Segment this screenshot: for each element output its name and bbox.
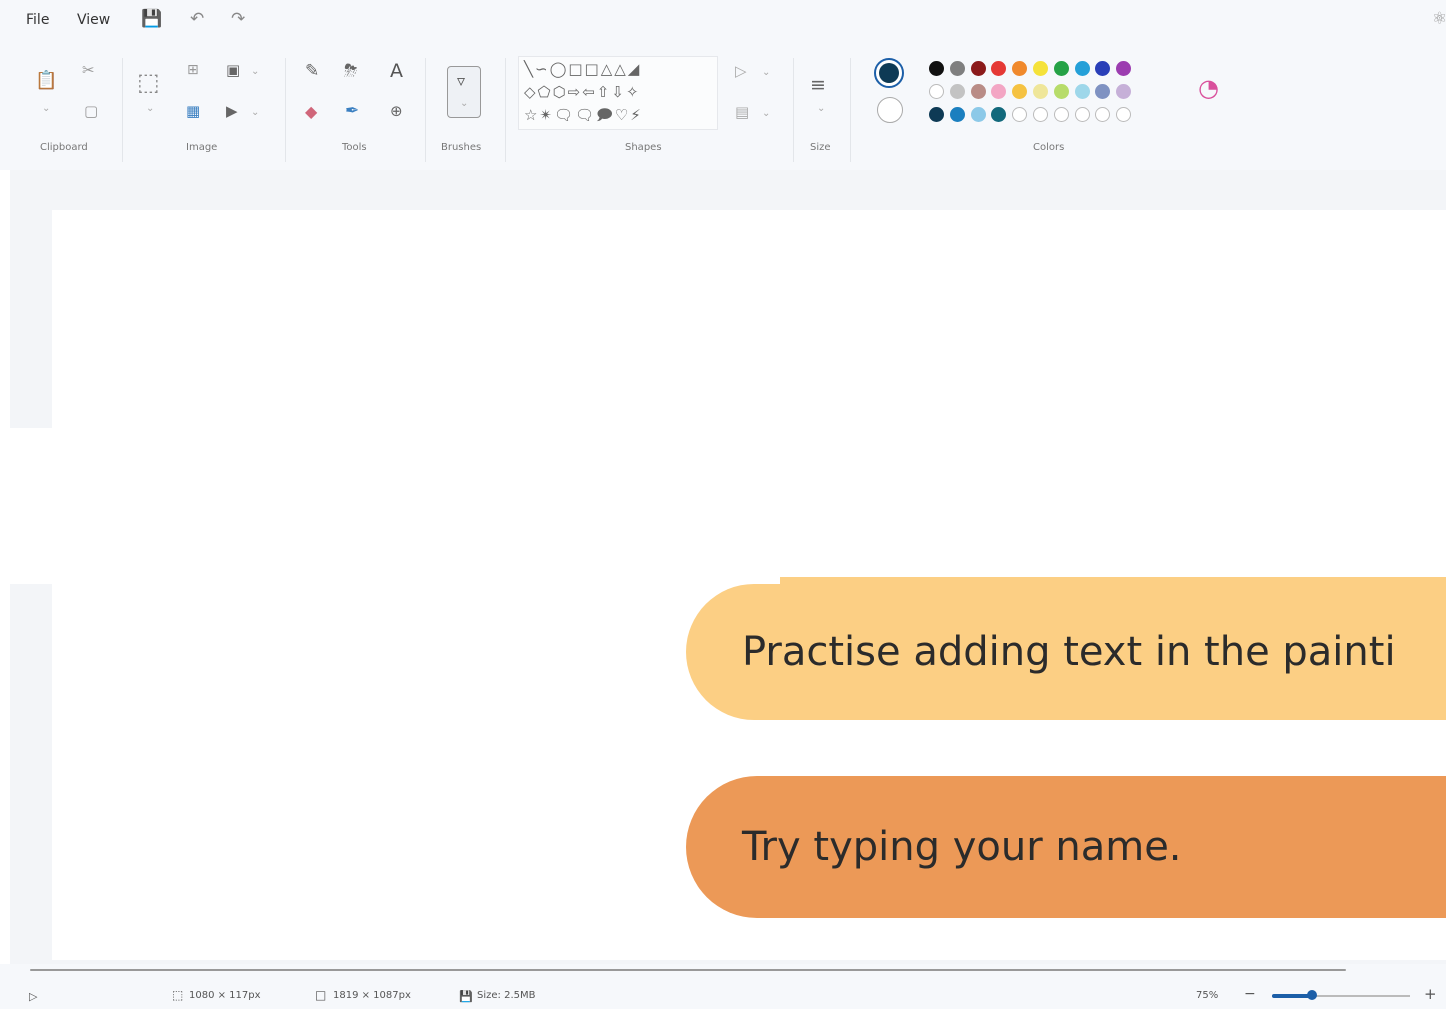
shapes-row-3[interactable]: ☆✴🗨🗨🗩♡⚡	[524, 108, 643, 123]
zoom-slider-fill	[1272, 994, 1312, 998]
eraser-icon[interactable]: ◆	[305, 104, 317, 120]
palette-swatch[interactable]	[970, 107, 986, 122]
canvas-render-gap	[0, 428, 780, 584]
cursor-position-icon: ▷	[29, 990, 38, 1003]
palette-swatch[interactable]	[970, 84, 986, 99]
brushes-button[interactable]: ▿ ⌄	[447, 66, 481, 118]
file-size-text: Size: 2.5MB	[477, 990, 536, 1001]
edit-colors-icon[interactable]: ◔	[1198, 76, 1219, 100]
zoom-out-button[interactable]: −	[1244, 986, 1256, 1002]
selection-size-text: 1080 × 117px	[189, 990, 261, 1001]
ribbon-separator	[425, 58, 426, 162]
prompt-banner-name: Try typing your name.	[686, 776, 1446, 918]
paste-dropdown-icon[interactable]: ⌄	[42, 104, 50, 114]
palette-swatch[interactable]	[949, 107, 965, 122]
shapes-row-2[interactable]: ◇⬠⬡⇨⇦⇧⇩✧	[524, 85, 641, 100]
image-properties-icon[interactable]: ▦	[186, 104, 200, 119]
palette-swatch[interactable]	[1033, 84, 1048, 99]
ribbon-separator	[122, 58, 123, 162]
outline-dropdown-icon[interactable]: ⌄	[762, 68, 770, 78]
shape-fill-icon[interactable]: ▤	[735, 105, 749, 120]
menu-file[interactable]: File	[26, 12, 49, 28]
rotate-icon[interactable]: ▶	[226, 104, 238, 119]
horizontal-scrollbar[interactable]	[30, 969, 1346, 971]
paste-icon[interactable]: 📋	[35, 72, 57, 90]
palette-swatch[interactable]	[1053, 107, 1069, 122]
palette-swatch[interactable]	[949, 61, 965, 76]
group-label-clipboard: Clipboard	[40, 142, 88, 153]
canvas-size-icon: □	[315, 988, 327, 1002]
group-label-size: Size	[810, 142, 831, 153]
brush-icon: ▿	[457, 71, 466, 90]
resize-icon[interactable]: ▣	[226, 63, 240, 78]
crop-icon[interactable]: ⊞	[187, 63, 199, 77]
ribbon-separator	[285, 58, 286, 162]
palette-swatch[interactable]	[1074, 107, 1090, 122]
text-tool-icon[interactable]: A	[390, 62, 403, 81]
palette-swatch[interactable]	[1074, 61, 1090, 76]
save-icon[interactable]: 💾	[141, 9, 162, 29]
group-label-shapes: Shapes	[625, 142, 662, 153]
magnifier-icon[interactable]: ⊕	[390, 104, 403, 119]
pencil-icon[interactable]: ✎	[305, 63, 319, 80]
group-label-colors: Colors	[1033, 142, 1065, 153]
secondary-color-swatch[interactable]	[877, 97, 903, 123]
size-dropdown-icon[interactable]: ⌄	[817, 104, 825, 114]
canvas-size-text: 1819 × 1087px	[333, 990, 411, 1001]
share-icon[interactable]: ⚛	[1432, 9, 1446, 29]
rotate-dropdown-icon[interactable]: ⌄	[251, 108, 259, 118]
zoom-slider-thumb[interactable]	[1307, 990, 1317, 1000]
selection-size-icon: ⬚	[172, 988, 184, 1002]
palette-swatch[interactable]	[1074, 84, 1090, 99]
brushes-dropdown-icon: ⌄	[460, 98, 469, 109]
ribbon-separator	[793, 58, 794, 162]
group-label-tools: Tools	[342, 142, 367, 153]
ribbon-separator	[505, 58, 506, 162]
ribbon-separator	[850, 58, 851, 162]
shapes-row-1[interactable]: ╲∽◯□□△△◢	[524, 62, 641, 77]
palette-swatch[interactable]	[949, 84, 965, 99]
prompt-name-text: Try typing your name.	[742, 824, 1182, 870]
color-picker-icon[interactable]: ✒	[345, 103, 359, 120]
zoom-level-text: 75%	[1196, 990, 1219, 1001]
menu-view[interactable]: View	[77, 12, 110, 28]
palette-swatch[interactable]	[929, 61, 944, 76]
prompt-practise-text: Practise adding text in the painti	[742, 629, 1396, 675]
undo-icon[interactable]: ↶	[190, 9, 204, 29]
resize-dropdown-icon[interactable]: ⌄	[251, 67, 259, 77]
stroke-size-icon[interactable]: ≡	[810, 76, 826, 95]
redo-icon[interactable]: ↷	[231, 9, 245, 29]
menu-bar: File View 💾 ↶ ↷ ⚛	[0, 0, 1446, 42]
fill-icon[interactable]: ⛈	[344, 63, 358, 80]
shape-fill-dropdown-icon[interactable]: ⌄	[762, 109, 770, 119]
file-size-icon: 💾	[459, 990, 473, 1003]
palette-swatch[interactable]	[1033, 61, 1048, 76]
select-dropdown-icon[interactable]: ⌄	[146, 104, 154, 114]
palette-swatch[interactable]	[1033, 107, 1048, 122]
palette-swatch[interactable]	[970, 61, 986, 76]
palette-swatch[interactable]	[1053, 84, 1069, 99]
copy-icon[interactable]: ▢	[84, 104, 98, 119]
prompt-banner-practise: Practise adding text in the painti	[686, 584, 1446, 720]
outline-icon[interactable]: ▷	[735, 64, 747, 79]
zoom-in-button[interactable]: +	[1424, 985, 1437, 1003]
palette-swatch[interactable]	[929, 84, 944, 99]
palette-swatch[interactable]	[1053, 61, 1069, 76]
ribbon-shadow	[10, 170, 1446, 204]
cut-icon[interactable]: ✂	[82, 63, 95, 78]
select-icon[interactable]: ⬚	[137, 70, 160, 94]
group-label-image: Image	[186, 142, 218, 153]
primary-color-swatch[interactable]	[874, 58, 904, 88]
primary-color-fill	[879, 63, 899, 83]
palette-swatch[interactable]	[929, 107, 944, 122]
group-label-brushes: Brushes	[441, 142, 482, 153]
